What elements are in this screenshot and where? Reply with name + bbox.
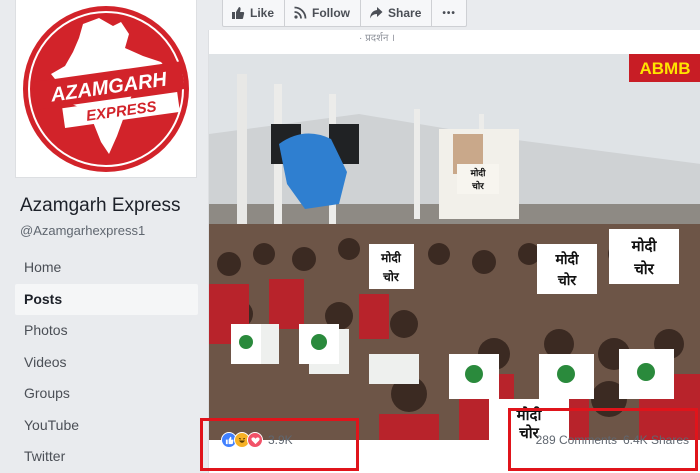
more-options-button[interactable]: ••• [431,0,467,27]
page-username[interactable]: @Azamgarhexpress1 [20,223,145,238]
reaction-count[interactable]: 3.9K [268,433,293,447]
placard-text-2b: चोर [557,272,578,289]
photo-watermark: ABMB [640,59,691,78]
banner-text-a: मोदी [470,167,486,179]
placard-text-1a: मोदी [380,251,402,265]
profile-picture[interactable]: AZAMGARH EXPRESS [15,0,197,178]
nav-item-twitter[interactable]: Twitter [15,441,198,473]
page-logo: AZAMGARH EXPRESS [23,5,189,172]
thumbs-up-icon [232,7,245,19]
rss-icon [294,6,307,19]
more-dots-icon: ••• [442,7,456,19]
nav-item-home[interactable]: Home [15,252,198,284]
like-page-button[interactable]: Like [222,0,286,27]
share-button-label: Share [388,6,422,20]
shares-count-link[interactable]: 6.4K Shares [623,433,689,447]
rally-photo: ABMB मोदी चोर मोदी चोर मोदी चोर मोदी चोर… [209,54,700,440]
post-photo[interactable]: ABMB मोदी चोर मोदी चोर मोदी चोर मोदी चोर… [209,54,700,440]
banner-text-b: चोर [471,180,484,192]
follow-button-label: Follow [312,6,351,20]
nav-item-posts[interactable]: Posts [15,283,198,315]
placard-text-1b: चोर [382,270,400,284]
share-arrow-icon [370,7,383,19]
placard-text-3b: चोर [633,260,654,278]
nav-item-youtube[interactable]: YouTube [15,410,198,442]
reaction-icons[interactable] [221,432,263,448]
placard-text-3a: मोदी [631,237,658,255]
reactions-bar: 3.9K 289 Comments 6.4K Shares [209,422,700,458]
post-text-snippet: · प्रदर्शन । [359,33,396,44]
nav-item-videos[interactable]: Videos [15,347,198,379]
follow-page-button[interactable]: Follow [284,0,362,27]
like-button-label: Like [250,6,275,20]
post-card: · प्रदर्शन । ABMB मोदी चोर मोदी चोर मोदी… [208,30,700,473]
page-title[interactable]: Azamgarh Express [20,195,181,217]
page-nav: Home Posts Photos Videos Groups YouTube … [15,252,198,473]
page-action-bar: Like Follow Share ••• [222,0,467,27]
love-icon [247,432,263,448]
comments-count-link[interactable]: 289 Comments [536,433,617,447]
nav-item-photos[interactable]: Photos [15,315,198,347]
share-page-button[interactable]: Share [360,0,433,27]
page-sidebar: AZAMGARH EXPRESS Azamgarh Express @Azamg… [0,0,205,473]
placard-text-2a: मोदी [554,251,579,268]
nav-item-groups[interactable]: Groups [15,378,198,410]
